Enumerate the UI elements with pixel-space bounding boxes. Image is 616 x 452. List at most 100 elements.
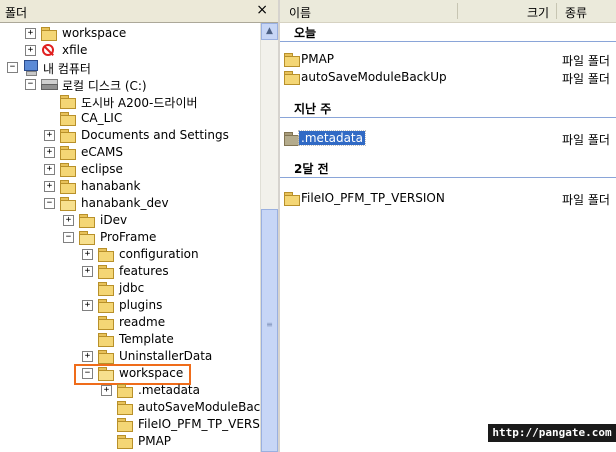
group-divider (280, 41, 616, 42)
column-divider[interactable] (457, 3, 458, 19)
column-divider[interactable] (556, 3, 557, 19)
tree-item-label: UninstallerData (119, 349, 213, 363)
column-header-size[interactable]: 크기 (510, 0, 558, 22)
column-header-type[interactable]: 종류 (558, 0, 616, 22)
blocked-icon (42, 44, 54, 56)
expand-icon[interactable]: + (82, 249, 93, 260)
folder-icon (284, 132, 300, 146)
collapse-icon[interactable]: − (82, 368, 93, 379)
tree-item-label: ProFrame (100, 230, 157, 244)
expand-icon[interactable]: + (25, 28, 36, 39)
tree-item-label: 도시바 A200-드라이버 (81, 96, 198, 110)
folder-icon (98, 350, 114, 364)
tree-item-hanabank-dev[interactable]: − hanabank_dev (0, 195, 260, 212)
group-header-today[interactable]: 오늘 (280, 24, 616, 42)
expand-icon[interactable]: + (44, 181, 55, 192)
tree-item-workspace-top[interactable]: + workspace (0, 25, 260, 42)
tree-item-label: eCAMS (81, 145, 123, 159)
folder-icon (284, 71, 300, 85)
expand-icon[interactable]: + (25, 45, 36, 56)
tree-item-label: iDev (100, 213, 128, 227)
tree-item-plugins[interactable]: + plugins (0, 297, 260, 314)
item-type: 파일 폴더 (562, 193, 610, 207)
tree-item-label: jdbc (119, 281, 145, 295)
list-item[interactable]: PMAP 파일 폴더 (280, 51, 616, 68)
tree-item-features[interactable]: + features (0, 263, 260, 280)
item-type: 파일 폴더 (562, 54, 610, 68)
expand-icon[interactable]: + (101, 385, 112, 396)
expand-icon[interactable]: + (82, 351, 93, 362)
folder-icon (98, 282, 114, 296)
tree-item-label: features (119, 264, 169, 278)
collapse-icon[interactable]: − (44, 198, 55, 209)
expand-icon[interactable]: + (82, 266, 93, 277)
tree-item-label: 로컬 디스크 (C:) (62, 79, 147, 93)
folder-icon (60, 180, 76, 194)
tree-item-ca-lic[interactable]: CA_LIC (0, 110, 260, 127)
tree-item-readme[interactable]: readme (0, 314, 260, 331)
tree-item-label: eclipse (81, 162, 123, 176)
vertical-scrollbar[interactable]: ▲ ≡ (260, 23, 278, 452)
collapse-icon[interactable]: − (63, 232, 74, 243)
tree-item-pmap[interactable]: PMAP (0, 433, 260, 450)
tree-item-metadata[interactable]: + .metadata (0, 382, 260, 399)
column-header-name[interactable]: 이름 (280, 0, 510, 22)
grip-icon: ≡ (266, 320, 273, 329)
expand-icon[interactable]: + (63, 215, 74, 226)
tree-item-label: autoSaveModuleBack (138, 400, 260, 414)
computer-icon (23, 60, 39, 76)
tree-item-xfile[interactable]: + xfile (0, 42, 260, 59)
tree-item-hanabank[interactable]: + hanabank (0, 178, 260, 195)
tree-item-documents-and-settings[interactable]: + Documents and Settings (0, 127, 260, 144)
group-header-two-months-ago[interactable]: 2달 전 (280, 160, 616, 178)
watermark: http://pangate.com (488, 424, 616, 442)
tree-item-local-disk[interactable]: − 로컬 디스크 (C:) (0, 76, 260, 93)
tree-item-idev[interactable]: + iDev (0, 212, 260, 229)
folder-icon (98, 248, 114, 262)
tree-item-label: FileIO_PFM_TP_VERS (138, 417, 260, 431)
tree-item-label: PMAP (138, 434, 172, 448)
tree-item-label: plugins (119, 298, 163, 312)
tree-item-label: 내 컴퓨터 (43, 62, 91, 76)
tree-item-label: Template (119, 332, 174, 346)
tree-item-ecams[interactable]: + eCAMS (0, 144, 260, 161)
tree-item-workspace-current[interactable]: − workspace (0, 365, 260, 382)
folder-icon (117, 384, 133, 398)
list-item[interactable]: autoSaveModuleBackUp 파일 폴더 (280, 69, 616, 86)
folder-pane-header: 폴더 × (0, 0, 278, 23)
collapse-icon[interactable]: − (7, 62, 18, 73)
folder-icon (284, 53, 300, 67)
tree-item-label: CA_LIC (81, 111, 123, 125)
folder-icon (60, 146, 76, 160)
expand-icon[interactable]: + (44, 164, 55, 175)
expand-icon[interactable]: + (82, 300, 93, 311)
tree-item-template[interactable]: Template (0, 331, 260, 348)
folder-icon (284, 192, 300, 206)
tree-item-label: configuration (119, 247, 199, 261)
tree-item-fileio[interactable]: FileIO_PFM_TP_VERS (0, 416, 260, 433)
folder-icon (117, 435, 133, 449)
group-divider (280, 117, 616, 118)
list-item[interactable]: FileIO_PFM_TP_VERSION 파일 폴더 (280, 190, 616, 207)
tree-item-jdbc[interactable]: jdbc (0, 280, 260, 297)
list-item-selected[interactable]: .metadata 파일 폴더 (280, 130, 616, 147)
tree-item-proframe[interactable]: − ProFrame (0, 229, 260, 246)
scroll-thumb[interactable]: ≡ (261, 209, 278, 452)
tree-item-my-computer[interactable]: − 내 컴퓨터 (0, 59, 260, 76)
tree-item-uninstallerdata[interactable]: + UninstallerData (0, 348, 260, 365)
file-list-pane: 이름 크기 종류 오늘 PMAP 파일 폴더 autoSaveModuleBac… (280, 0, 616, 452)
group-header-last-week[interactable]: 지난 주 (280, 100, 616, 118)
tree-item-toshiba-driver[interactable]: 도시바 A200-드라이버 (0, 93, 260, 110)
expand-icon[interactable]: + (44, 130, 55, 141)
tree-item-configuration[interactable]: + configuration (0, 246, 260, 263)
column-header-label: 종류 (565, 6, 588, 20)
tree-item-eclipse[interactable]: + eclipse (0, 161, 260, 178)
scroll-up-icon[interactable]: ▲ (261, 23, 278, 40)
tree-item-label: hanabank_dev (81, 196, 169, 210)
item-name: .metadata (298, 130, 366, 146)
folder-icon (60, 129, 76, 143)
tree-item-autosave[interactable]: autoSaveModuleBack (0, 399, 260, 416)
collapse-icon[interactable]: − (25, 79, 36, 90)
expand-icon[interactable]: + (44, 147, 55, 158)
close-icon[interactable]: × (256, 2, 268, 18)
